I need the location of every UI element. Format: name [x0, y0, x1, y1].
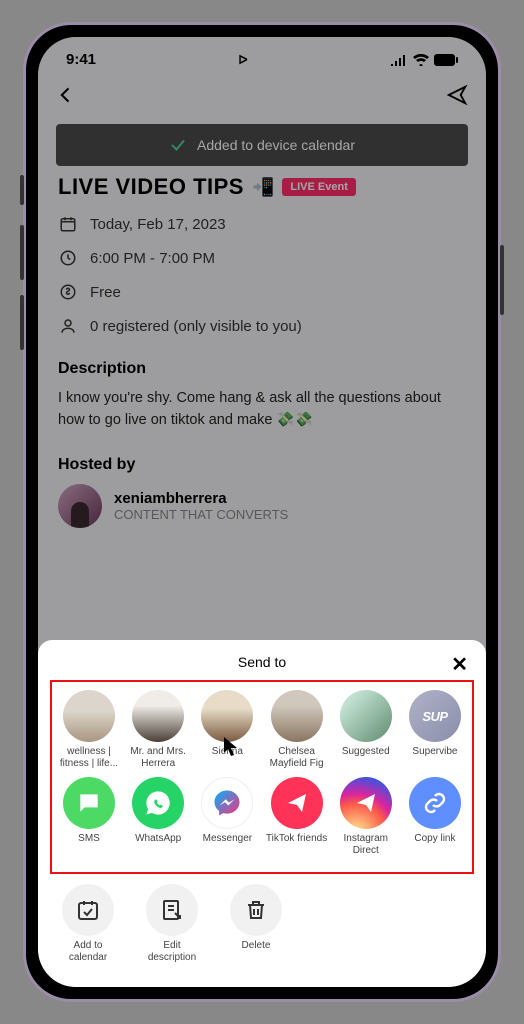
contact-supervibe[interactable]: SUP Supervibe — [402, 690, 468, 769]
share-icon[interactable] — [446, 84, 468, 106]
avatar — [201, 690, 253, 742]
event-registered-row: 0 registered (only visible to you) — [58, 316, 466, 336]
contact-label: Supervibe — [412, 746, 457, 758]
back-icon[interactable] — [56, 85, 76, 105]
event-date-row: Today, Feb 17, 2023 — [58, 214, 466, 234]
live-badge: LIVE Event — [282, 178, 355, 196]
apps-row: SMS WhatsApp Messenger — [56, 777, 468, 856]
sms-icon — [63, 777, 115, 829]
contacts-row: wellness | fitness | life... Mr. and Mrs… — [56, 690, 468, 769]
app-label: WhatsApp — [135, 833, 181, 845]
event-date: Today, Feb 17, 2023 — [90, 216, 226, 233]
battery-icon — [434, 54, 458, 66]
description-text: I know you're shy. Come hang & ask all t… — [58, 388, 466, 432]
person-icon — [58, 316, 78, 336]
status-bar: 9:41 ᐅ — [38, 37, 486, 72]
event-time-row: 6:00 PM - 7:00 PM — [58, 248, 466, 268]
description-heading: Description — [58, 360, 466, 378]
nav-bar — [38, 72, 486, 118]
host-name: xeniambherrera — [114, 490, 288, 507]
app-instagram[interactable]: Instagram Direct — [333, 777, 399, 856]
contact-label: Mr. and Mrs. Herrera — [125, 746, 191, 769]
event-time: 6:00 PM - 7:00 PM — [90, 250, 215, 267]
action-add-calendar[interactable]: Add to calendar — [58, 884, 118, 963]
highlight-box: wellness | fitness | life... Mr. and Mrs… — [50, 680, 474, 874]
contact-label: Sienna — [212, 746, 243, 758]
link-icon — [409, 777, 461, 829]
app-label: Messenger — [203, 833, 252, 845]
app-label: TikTok friends — [266, 833, 327, 845]
app-label: Copy link — [414, 833, 455, 845]
price-icon — [58, 282, 78, 302]
app-whatsapp[interactable]: WhatsApp — [125, 777, 191, 856]
messenger-icon — [201, 777, 253, 829]
trash-icon — [230, 884, 282, 936]
event-price-row: Free — [58, 282, 466, 302]
sup-icon: SUP — [409, 690, 461, 742]
app-copy-link[interactable]: Copy link — [402, 777, 468, 856]
close-button[interactable]: ✕ — [451, 652, 468, 677]
hosted-heading: Hosted by — [58, 456, 466, 474]
event-price: Free — [90, 284, 121, 301]
actions-row: Add to calendar Edit description Delete — [50, 884, 474, 963]
action-label: Add to calendar — [58, 940, 118, 963]
event-title: LIVE VIDEO TIPS — [58, 174, 244, 200]
avatar — [132, 690, 184, 742]
host-subtitle: CONTENT THAT CONVERTS — [114, 507, 288, 522]
avatar — [271, 690, 323, 742]
signal-icon — [390, 54, 408, 66]
app-messenger[interactable]: Messenger — [194, 777, 260, 856]
contact-herrera[interactable]: Mr. and Mrs. Herrera — [125, 690, 191, 769]
contact-suggested[interactable]: Suggested — [333, 690, 399, 769]
calendar-check-icon — [62, 884, 114, 936]
host-avatar — [58, 484, 102, 528]
avatar — [340, 690, 392, 742]
contact-label: Suggested — [342, 746, 390, 758]
sheet-title: Send to — [238, 654, 286, 670]
status-time: 9:41 — [66, 51, 96, 68]
share-sheet: Send to ✕ wellness | fitness | life... M… — [38, 640, 486, 987]
action-label: Delete — [242, 940, 271, 952]
toast-text: Added to device calendar — [197, 137, 355, 153]
contact-label: wellness | fitness | life... — [56, 746, 122, 769]
whatsapp-icon — [132, 777, 184, 829]
app-tiktok-friends[interactable]: TikTok friends — [264, 777, 330, 856]
wifi-icon — [413, 54, 429, 66]
edit-icon — [146, 884, 198, 936]
calendar-icon — [58, 214, 78, 234]
app-label: Instagram Direct — [333, 833, 399, 856]
action-edit-description[interactable]: Edit description — [142, 884, 202, 963]
contact-wellness[interactable]: wellness | fitness | life... — [56, 690, 122, 769]
tiktok-send-icon — [271, 777, 323, 829]
host-row[interactable]: xeniambherrera CONTENT THAT CONVERTS — [58, 484, 466, 528]
contact-chelsea[interactable]: Chelsea Mayfield Fig — [264, 690, 330, 769]
action-delete[interactable]: Delete — [226, 884, 286, 963]
toast: Added to device calendar — [56, 124, 468, 166]
check-icon — [169, 136, 187, 154]
screen: 9:41 ᐅ Added to device calendar LIVE VID… — [38, 37, 486, 987]
action-label: Edit description — [142, 940, 202, 963]
app-label: SMS — [78, 833, 100, 845]
event-registered: 0 registered (only visible to you) — [90, 318, 302, 335]
phone-frame: 9:41 ᐅ Added to device calendar LIVE VID… — [23, 22, 501, 1002]
app-sms[interactable]: SMS — [56, 777, 122, 856]
avatar — [63, 690, 115, 742]
event-content: LIVE VIDEO TIPS 📲 LIVE Event Today, Feb … — [38, 172, 486, 530]
contact-sienna[interactable]: Sienna — [194, 690, 260, 769]
instagram-icon — [340, 777, 392, 829]
clock-icon — [58, 248, 78, 268]
status-icons — [390, 54, 458, 66]
contact-label: Chelsea Mayfield Fig — [264, 746, 330, 769]
